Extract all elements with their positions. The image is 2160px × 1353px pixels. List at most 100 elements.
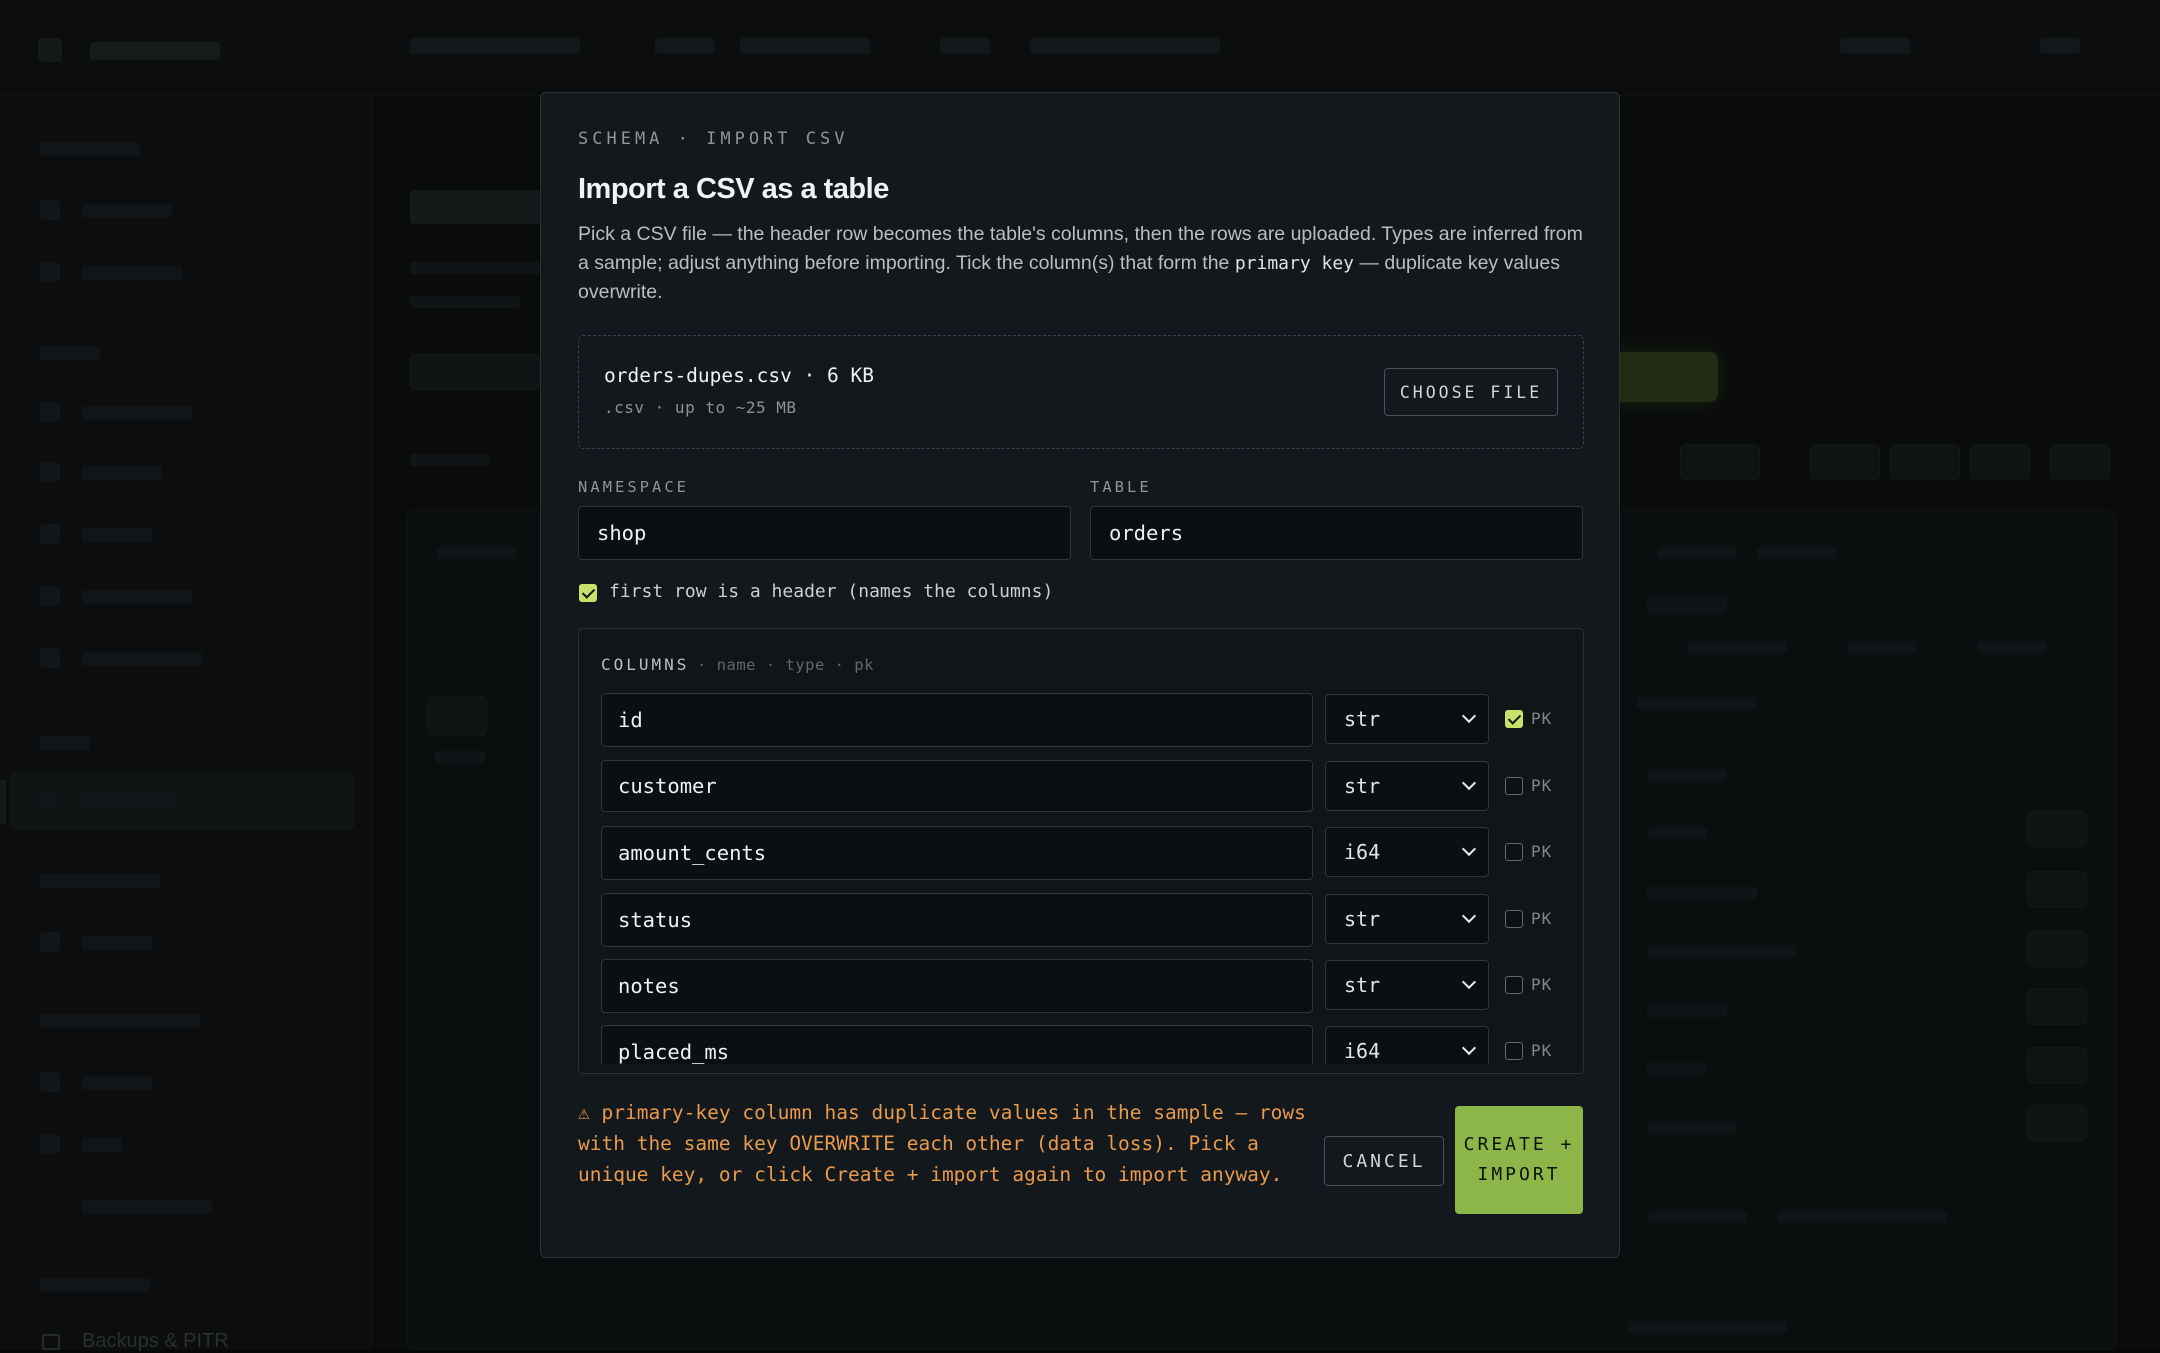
background-nav-item <box>40 874 160 888</box>
background-crumb <box>410 38 580 54</box>
column-pk-checkbox[interactable] <box>1505 976 1523 994</box>
column-row: status str PK <box>579 893 1584 947</box>
background-text-line <box>1647 597 1727 613</box>
background-text-line <box>435 751 485 763</box>
background-text-line <box>1647 1211 1747 1223</box>
background-sidebar <box>0 96 372 1350</box>
choose-file-button[interactable]: CHOOSE FILE <box>1384 368 1558 416</box>
background-crumb <box>1840 38 1910 54</box>
column-row: id str PK <box>579 693 1584 747</box>
modal-description: Pick a CSV file — the header row becomes… <box>578 220 1588 307</box>
column-type-select[interactable]: i64 <box>1325 827 1489 877</box>
column-name-input[interactable]: status <box>601 893 1313 947</box>
background-nav-icon <box>40 262 60 282</box>
background-nav-item <box>82 794 172 808</box>
column-type-select[interactable]: i64 <box>1325 1026 1489 1064</box>
column-type-value: str <box>1344 973 1380 997</box>
column-pk-label: PK <box>1531 975 1552 994</box>
chevron-down-icon <box>1462 909 1476 923</box>
column-type-value: str <box>1344 907 1380 931</box>
chevron-down-icon <box>1462 709 1476 723</box>
column-pk-checkbox[interactable] <box>1505 910 1523 928</box>
background-pill <box>2027 1047 2087 1083</box>
column-name-input[interactable]: id <box>601 693 1313 747</box>
column-name-input[interactable]: notes <box>601 959 1313 1013</box>
column-type-select[interactable]: str <box>1325 960 1489 1010</box>
background-pill <box>2027 989 2087 1025</box>
background-nav-item <box>82 590 192 604</box>
background-nav-item <box>82 528 152 542</box>
columns-list[interactable]: id str PK customer str PK amount_cents i… <box>579 693 1584 1064</box>
background-nav-item <box>82 1200 212 1214</box>
background-nav-icon <box>40 1072 60 1092</box>
column-type-select[interactable]: str <box>1325 694 1489 744</box>
background-text-line <box>1627 1321 1787 1333</box>
namespace-input[interactable]: shop <box>578 506 1071 560</box>
background-text-line <box>1647 887 1757 899</box>
table-input[interactable]: orders <box>1090 506 1583 560</box>
column-type-select[interactable]: str <box>1325 894 1489 944</box>
columns-panel: COLUMNS · name · type · pk id str PK cus… <box>578 628 1584 1074</box>
create-import-button[interactable]: CREATE + IMPORT <box>1455 1106 1583 1214</box>
background-nav-active <box>10 772 355 830</box>
background-pill <box>2027 931 2087 967</box>
chevron-down-icon <box>1462 842 1476 856</box>
background-nav-item <box>82 652 202 666</box>
chevron-down-icon <box>1462 975 1476 989</box>
background-text-line <box>1977 641 2047 653</box>
background-nav-section <box>40 1278 150 1292</box>
column-row: placed_ms i64 PK <box>579 1025 1584 1064</box>
file-drop-zone[interactable]: orders-dupes.csv · 6 KB .csv · up to ~25… <box>578 335 1584 449</box>
background-crumb <box>740 38 870 54</box>
table-label: TABLE <box>1090 478 1152 496</box>
background-crumb <box>940 38 990 54</box>
column-pk-label: PK <box>1531 776 1552 795</box>
file-name: orders-dupes.csv · 6 KB <box>604 364 874 387</box>
column-pk-checkbox[interactable] <box>1505 710 1523 728</box>
background-nav-icon <box>40 586 60 606</box>
background-pill <box>1810 444 1880 480</box>
header-row-checkbox[interactable] <box>579 584 597 602</box>
background-nav-icon <box>40 524 60 544</box>
background-nav-section <box>40 346 100 360</box>
column-name-input[interactable]: amount_cents <box>601 826 1313 880</box>
background-text-line <box>410 262 540 274</box>
background-nav-section <box>40 736 90 750</box>
column-pk-checkbox[interactable] <box>1505 1042 1523 1060</box>
background-text-line <box>437 547 517 559</box>
header-row-label[interactable]: first row is a header (names the columns… <box>609 581 1053 602</box>
background-text-line <box>1647 1005 1727 1017</box>
column-pk-label: PK <box>1531 842 1552 861</box>
background-text-line <box>1757 547 1837 559</box>
column-type-value: i64 <box>1344 840 1380 864</box>
background-nav-icon <box>40 1134 60 1154</box>
columns-heading: COLUMNS <box>601 655 689 674</box>
column-row: notes str PK <box>579 959 1584 1013</box>
background-pill <box>1970 444 2030 480</box>
background-nav-item <box>82 466 162 480</box>
column-type-select[interactable]: str <box>1325 761 1489 811</box>
column-name-input[interactable]: customer <box>601 760 1313 812</box>
background-text-line <box>1647 1063 1707 1075</box>
column-type-value: str <box>1344 774 1380 798</box>
column-type-value: str <box>1344 707 1380 731</box>
background-crumb <box>655 38 715 54</box>
background-nav-item <box>82 1138 122 1152</box>
background-text-line <box>1657 547 1737 559</box>
column-name-input[interactable]: placed_ms <box>601 1025 1313 1064</box>
column-pk-checkbox[interactable] <box>1505 777 1523 795</box>
background-nav-section <box>40 142 140 156</box>
column-pk-checkbox[interactable] <box>1505 843 1523 861</box>
background-pill <box>1890 444 1960 480</box>
background-nav-item <box>82 204 172 218</box>
background-nav-icon <box>38 790 58 810</box>
import-csv-modal: SCHEMA · IMPORT CSV Import a CSV as a ta… <box>540 92 1620 1258</box>
duplicate-key-warning: ⚠ primary-key column has duplicate value… <box>578 1097 1313 1190</box>
background-text-line <box>410 454 490 466</box>
background-nav-icon <box>40 648 60 668</box>
columns-subheading: · name · type · pk <box>697 656 874 674</box>
chevron-down-icon <box>1462 776 1476 790</box>
background-pill <box>2027 1105 2087 1141</box>
column-row: amount_cents i64 PK <box>579 826 1584 880</box>
cancel-button[interactable]: CANCEL <box>1324 1136 1444 1186</box>
